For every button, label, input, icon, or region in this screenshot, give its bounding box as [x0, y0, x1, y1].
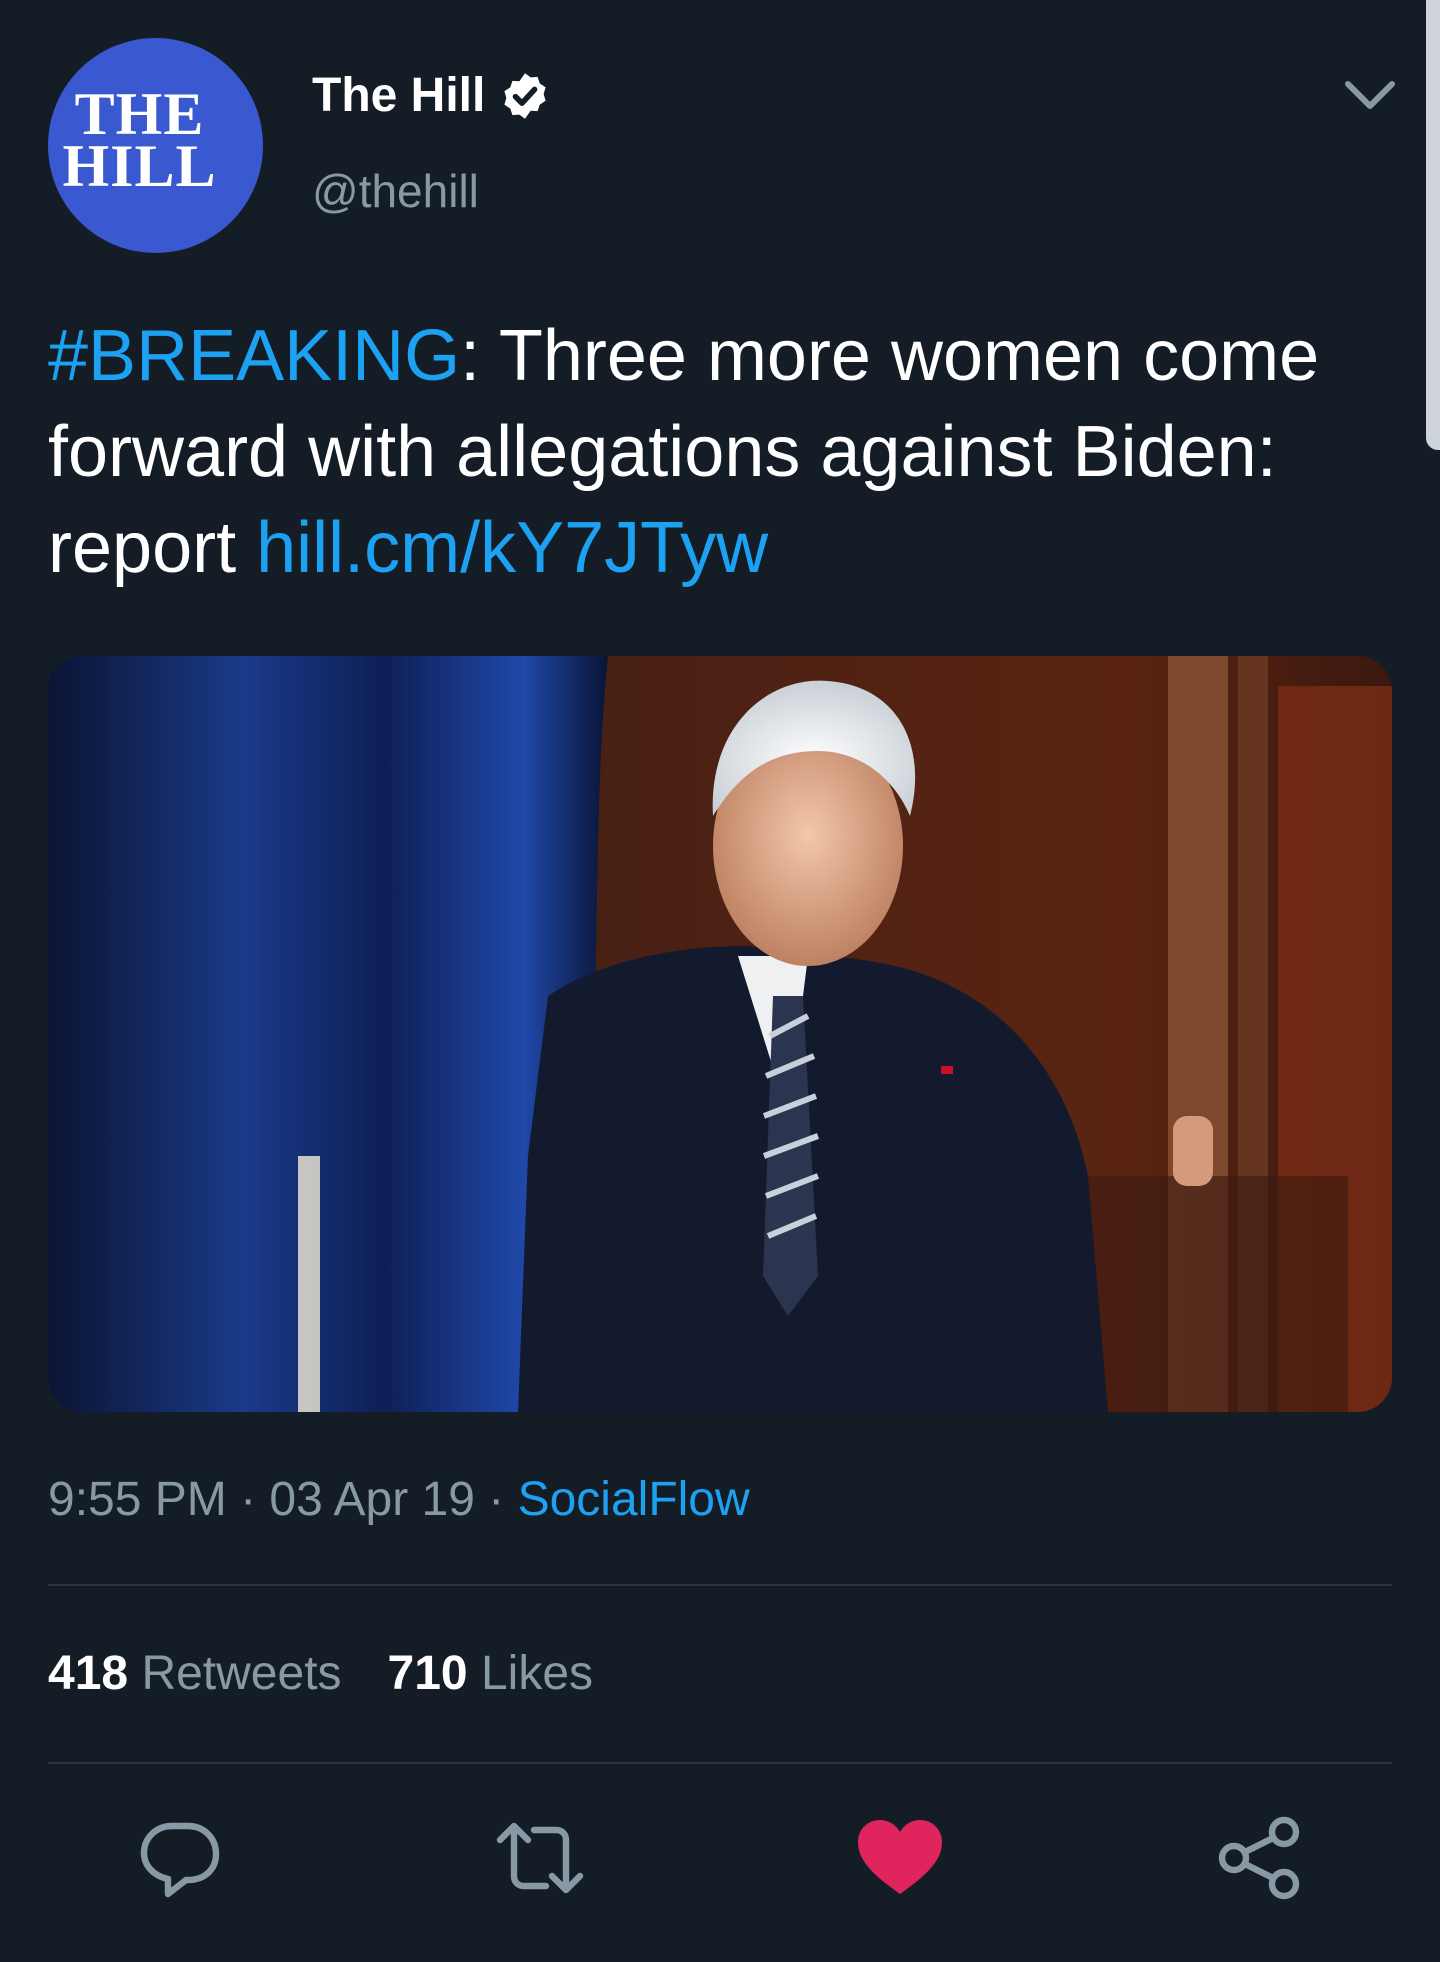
share-button[interactable] [1212, 1810, 1308, 1906]
name-row: The Hill [312, 68, 551, 123]
likes-count: 710 [387, 1647, 468, 1700]
retweet-icon [496, 1822, 584, 1894]
tweet-photo[interactable] [48, 656, 1392, 1412]
meta-separator: · [474, 1473, 518, 1526]
verified-badge-icon [504, 72, 546, 119]
tweet-header: THE HILL The Hill @thehill [48, 38, 1398, 258]
likes-stat[interactable]: 710 Likes [388, 1647, 594, 1700]
avatar[interactable]: THE HILL [48, 38, 263, 253]
tweet-stats: 418 Retweets 710 Likes [48, 1646, 593, 1701]
tweet-time: 9:55 PM [48, 1473, 227, 1526]
photo-illustration [48, 656, 1392, 1412]
tweet-detail-page: THE HILL The Hill @thehill #BREAKING: Th… [0, 0, 1440, 1962]
reply-button[interactable] [132, 1810, 228, 1906]
scrollbar[interactable] [1426, 0, 1440, 450]
retweets-label: Retweets [141, 1647, 342, 1700]
tweet-text: #BREAKING: Three more women come forward… [48, 308, 1398, 596]
meta-separator: · [226, 1473, 270, 1526]
avatar-logo: THE HILL [48, 84, 263, 199]
share-icon [1218, 1816, 1300, 1900]
retweets-count: 418 [48, 1647, 129, 1700]
display-name[interactable]: The Hill [312, 68, 485, 123]
heart-icon [858, 1820, 942, 1894]
tweet-source-link[interactable]: SocialFlow [518, 1473, 750, 1526]
hashtag-link[interactable]: #BREAKING [48, 316, 460, 396]
tweet-meta: 9:55 PM · 03 Apr 19 · SocialFlow [48, 1472, 750, 1527]
tweet-url-link[interactable]: hill.cm/kY7JTyw [256, 508, 768, 588]
tweet-date: 03 Apr 19 [269, 1473, 475, 1526]
chevron-down-icon[interactable] [1342, 76, 1398, 116]
retweets-stat[interactable]: 418 Retweets [48, 1647, 342, 1700]
like-button[interactable] [852, 1810, 948, 1906]
retweet-button[interactable] [492, 1810, 588, 1906]
avatar-logo-line2: HILL [62, 133, 217, 199]
reply-icon [140, 1822, 220, 1898]
user-handle[interactable]: @thehill [312, 164, 479, 218]
divider [48, 1762, 1392, 1764]
divider [48, 1584, 1392, 1586]
tweet-actions [48, 1810, 1392, 1910]
likes-label: Likes [480, 1647, 594, 1700]
